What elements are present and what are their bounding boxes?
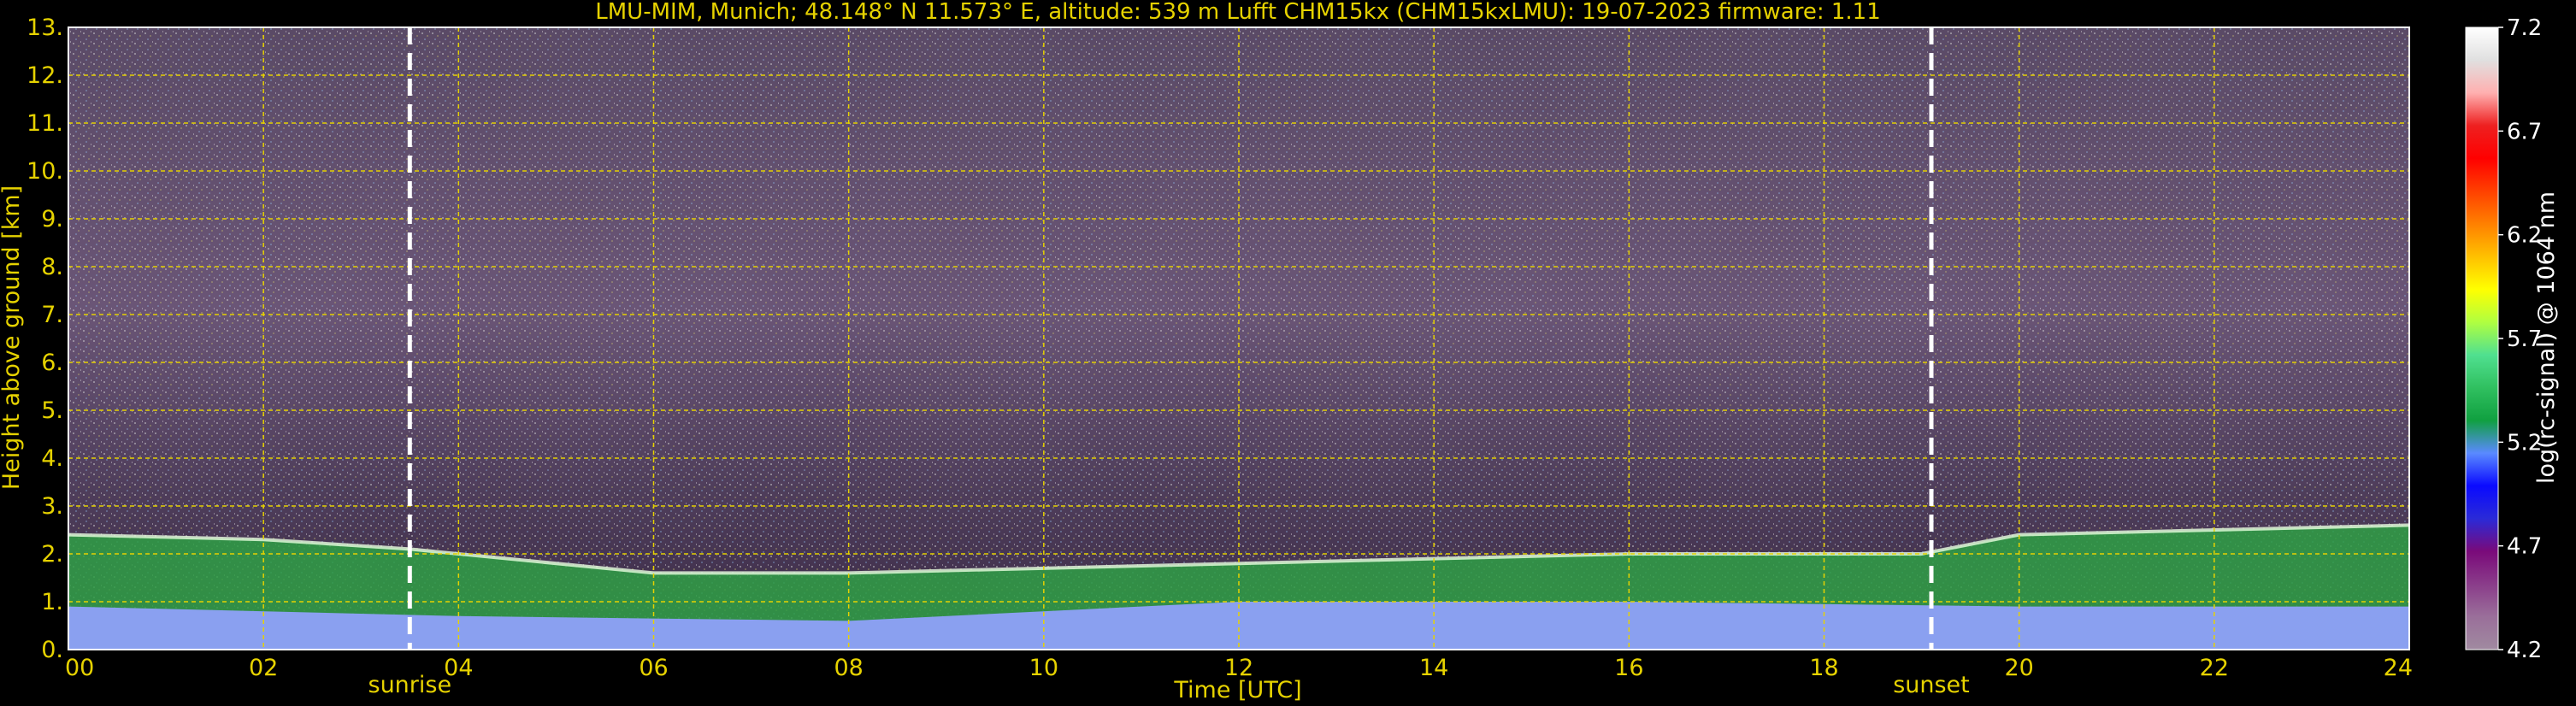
chart-title: LMU-MIM, Munich; 48.148° N 11.573° E, al… bbox=[595, 0, 1880, 25]
x-tick-label: 06 bbox=[639, 655, 668, 681]
x-tick-label: 08 bbox=[834, 655, 863, 681]
y-tick-label: 7. bbox=[41, 302, 63, 328]
colorbar-tick-label: 4.7 bbox=[2507, 534, 2542, 560]
annotation-sunrise: sunrise bbox=[368, 672, 452, 698]
annotation-sunset: sunset bbox=[1893, 672, 1970, 698]
y-tick-label: 12. bbox=[27, 62, 63, 89]
y-tick-label: 6. bbox=[41, 350, 63, 376]
colorbar-tick-label: 7.2 bbox=[2507, 15, 2542, 41]
y-tick-label: 3. bbox=[41, 493, 63, 520]
y-axis-label: Height above ground [km] bbox=[0, 185, 25, 490]
y-tick-label: 1. bbox=[41, 589, 63, 615]
y-tick-label: 8. bbox=[41, 254, 63, 280]
y-tick-label: 11. bbox=[27, 110, 63, 137]
x-tick-label: 24 bbox=[2384, 655, 2413, 681]
y-tick-label: 9. bbox=[41, 206, 63, 232]
y-tick-labels: 0. 1. 2. 3. 4. 5. 6. 7. 8. 9. 10. 11. 12. 13. bbox=[27, 15, 63, 663]
x-tick-label: 16 bbox=[1614, 655, 1643, 681]
colorbar-tick-label: 4.2 bbox=[2507, 638, 2542, 663]
y-tick-label: 2. bbox=[41, 541, 63, 568]
x-tick-label: 18 bbox=[1809, 655, 1838, 681]
ceilometer-chart: LMU-MIM, Munich; 48.148° N 11.573° E, al… bbox=[0, 0, 2560, 703]
y-tick-label: 13. bbox=[27, 15, 63, 41]
annotations: sunrise sunset bbox=[368, 672, 1970, 698]
y-tick-label: 0. bbox=[41, 637, 63, 663]
x-tick-label: 14 bbox=[1419, 655, 1448, 681]
x-axis-label: Time [UTC] bbox=[1173, 677, 1301, 703]
colorbar bbox=[2465, 26, 2499, 650]
colorbar-label: log(rc-signal) @ 1064 nm bbox=[2533, 191, 2560, 484]
y-tick-label: 4. bbox=[41, 445, 63, 472]
y-tick-label: 5. bbox=[41, 397, 63, 424]
x-tick-label: 22 bbox=[2200, 655, 2229, 681]
x-tick-label: 02 bbox=[249, 655, 278, 681]
y-tick-label: 10. bbox=[27, 158, 63, 185]
colorbar-tick-label: 6.7 bbox=[2507, 119, 2542, 144]
x-tick-label: 00 bbox=[65, 655, 94, 681]
x-tick-label: 20 bbox=[2004, 655, 2033, 681]
x-tick-label: 10 bbox=[1029, 655, 1058, 681]
